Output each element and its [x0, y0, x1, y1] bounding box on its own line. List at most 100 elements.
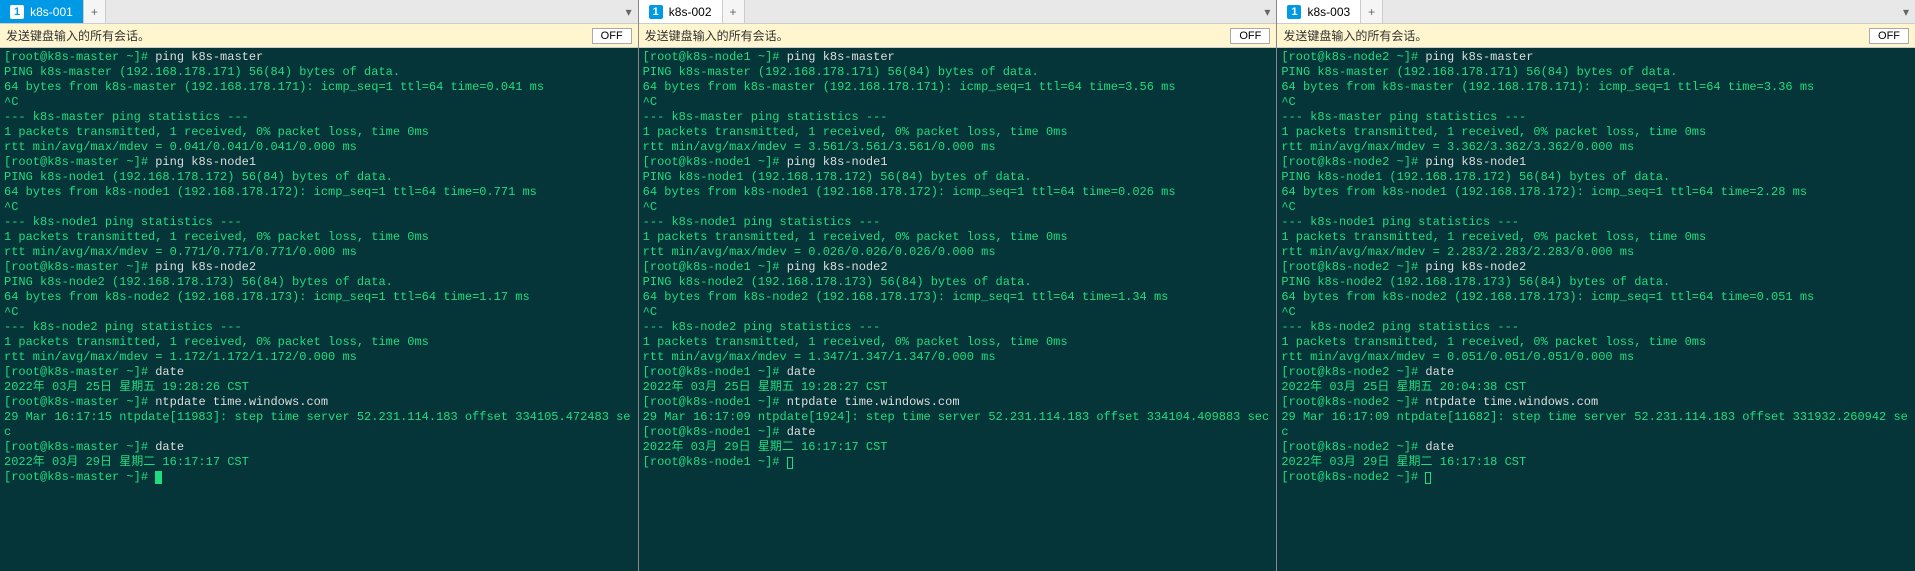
output-text: 1 packets transmitted, 1 received, 0% pa…: [1281, 335, 1706, 349]
tab-title: k8s-003: [1307, 5, 1350, 19]
output-line: ^C: [4, 95, 634, 110]
shell-prompt: [root@k8s-master ~]#: [4, 470, 155, 484]
prompt-line: [root@k8s-master ~]# date: [4, 365, 634, 380]
output-text: 29 Mar 16:17:15 ntpdate[11983]: step tim…: [4, 410, 631, 439]
output-text: --- k8s-master ping statistics ---: [643, 110, 888, 124]
add-tab-button[interactable]: +: [1361, 0, 1383, 23]
prompt-line: [root@k8s-node1 ~]# ntpdate time.windows…: [643, 395, 1273, 410]
output-text: 64 bytes from k8s-node2 (192.168.178.173…: [1281, 290, 1814, 304]
output-text: 64 bytes from k8s-master (192.168.178.17…: [643, 80, 1176, 94]
output-text: --- k8s-node2 ping statistics ---: [4, 320, 242, 334]
prompt-line: [root@k8s-master ~]# ping k8s-node1: [4, 155, 634, 170]
broadcast-info-text: 发送键盘输入的所有会话。: [6, 27, 150, 44]
output-text: PING k8s-node1 (192.168.178.172) 56(84) …: [1281, 170, 1670, 184]
prompt-line: [root@k8s-node1 ~]# ping k8s-node2: [643, 260, 1273, 275]
output-text: ^C: [643, 305, 657, 319]
tab-menu-icon[interactable]: ▾: [620, 0, 638, 23]
output-line: ^C: [1281, 305, 1911, 320]
terminal-output[interactable]: [root@k8s-node2 ~]# ping k8s-masterPING …: [1277, 48, 1915, 571]
prompt-line: [root@k8s-node1 ~]# date: [643, 365, 1273, 380]
output-line: ^C: [4, 200, 634, 215]
output-line: 64 bytes from k8s-node1 (192.168.178.172…: [1281, 185, 1911, 200]
session-tab[interactable]: 1k8s-002: [639, 0, 723, 23]
output-text: 29 Mar 16:17:09 ntpdate[1924]: step time…: [643, 410, 1270, 424]
output-text: 2022年 03月 25日 星期五 20:04:38 CST: [1281, 380, 1526, 394]
prompt-line: [root@k8s-node1 ~]# ping k8s-node1: [643, 155, 1273, 170]
output-line: rtt min/avg/max/mdev = 2.283/2.283/2.283…: [1281, 245, 1911, 260]
output-text: rtt min/avg/max/mdev = 0.026/0.026/0.026…: [643, 245, 996, 259]
output-text: ^C: [1281, 305, 1295, 319]
output-text: --- k8s-node1 ping statistics ---: [4, 215, 242, 229]
terminal-output[interactable]: [root@k8s-node1 ~]# ping k8s-master PING …: [639, 48, 1277, 571]
shell-prompt: [root@k8s-master ~]#: [4, 50, 155, 64]
command-text: ping k8s-node1: [787, 155, 888, 169]
output-line: 64 bytes from k8s-node2 (192.168.178.173…: [1281, 290, 1911, 305]
tab-bar: 1k8s-003+ ▾: [1277, 0, 1915, 24]
output-line: 64 bytes from k8s-master (192.168.178.17…: [1281, 80, 1911, 95]
output-line: 1 packets transmitted, 1 received, 0% pa…: [1281, 125, 1911, 140]
shell-prompt: [root@k8s-master ~]#: [4, 155, 155, 169]
command-text: ping k8s-master: [1425, 50, 1533, 64]
broadcast-info-text: 发送键盘输入的所有会话。: [645, 27, 789, 44]
output-text: ^C: [643, 200, 657, 214]
broadcast-off-button[interactable]: OFF: [1869, 28, 1909, 44]
output-text: 64 bytes from k8s-node2 (192.168.178.173…: [4, 290, 530, 304]
output-text: 1 packets transmitted, 1 received, 0% pa…: [1281, 125, 1706, 139]
output-text: --- k8s-node1 ping statistics ---: [1281, 215, 1519, 229]
prompt-line: [root@k8s-node2 ~]# ping k8s-node2: [1281, 260, 1911, 275]
output-line: PING k8s-node2 (192.168.178.173) 56(84) …: [643, 275, 1273, 290]
terminal-output[interactable]: [root@k8s-master ~]# ping k8s-masterPING…: [0, 48, 638, 571]
output-line: 1 packets transmitted, 1 received, 0% pa…: [643, 335, 1273, 350]
output-line: 1 packets transmitted, 1 received, 0% pa…: [1281, 230, 1911, 245]
terminal-pane: 1k8s-001+ ▾ 发送键盘输入的所有会话。 OFF [root@k8s-maste…: [0, 0, 639, 571]
command-text: date: [787, 365, 816, 379]
output-text: 1 packets transmitted, 1 received, 0% pa…: [4, 230, 429, 244]
output-line: rtt min/avg/max/mdev = 1.172/1.172/1.172…: [4, 350, 634, 365]
tab-title: k8s-001: [30, 5, 73, 19]
command-text: ping k8s-node1: [155, 155, 256, 169]
output-text: rtt min/avg/max/mdev = 1.172/1.172/1.172…: [4, 350, 357, 364]
command-text: ntpdate time.windows.com: [787, 395, 960, 409]
broadcast-off-button[interactable]: OFF: [1230, 28, 1270, 44]
output-text: 29 Mar 16:17:09 ntpdate[11682]: step tim…: [1281, 410, 1908, 439]
output-line: rtt min/avg/max/mdev = 1.347/1.347/1.347…: [643, 350, 1273, 365]
output-text: rtt min/avg/max/mdev = 3.362/3.362/3.362…: [1281, 140, 1634, 154]
command-text: ntpdate time.windows.com: [155, 395, 328, 409]
broadcast-off-button[interactable]: OFF: [592, 28, 632, 44]
output-line: 1 packets transmitted, 1 received, 0% pa…: [4, 335, 634, 350]
output-line: ^C: [643, 305, 1273, 320]
output-line: PING k8s-master (192.168.178.171) 56(84)…: [1281, 65, 1911, 80]
broadcast-info-bar: 发送键盘输入的所有会话。 OFF: [0, 24, 638, 48]
output-line: 64 bytes from k8s-master (192.168.178.17…: [643, 80, 1273, 95]
output-text: ^C: [4, 305, 18, 319]
output-text: 64 bytes from k8s-node1 (192.168.178.172…: [4, 185, 537, 199]
tab-menu-icon[interactable]: ▾: [1897, 0, 1915, 23]
session-tab[interactable]: 1k8s-001: [0, 0, 84, 23]
prompt-line: [root@k8s-master ~]# ntpdate time.window…: [4, 395, 634, 410]
prompt-line: [root@k8s-node2 ~]# ntpdate time.windows…: [1281, 395, 1911, 410]
prompt-line: [root@k8s-node2 ~]# ping k8s-master: [1281, 50, 1911, 65]
tab-bar: 1k8s-001+ ▾: [0, 0, 638, 24]
shell-prompt: [root@k8s-node2 ~]#: [1281, 365, 1425, 379]
add-tab-button[interactable]: +: [84, 0, 106, 23]
tab-menu-icon[interactable]: ▾: [1258, 0, 1276, 23]
output-line: rtt min/avg/max/mdev = 3.561/3.561/3.561…: [643, 140, 1273, 155]
session-tab[interactable]: 1k8s-003: [1277, 0, 1361, 23]
output-line: rtt min/avg/max/mdev = 0.051/0.051/0.051…: [1281, 350, 1911, 365]
command-text: ping k8s-master: [787, 50, 895, 64]
shell-prompt: [root@k8s-node1 ~]#: [643, 395, 787, 409]
add-tab-button[interactable]: +: [723, 0, 745, 23]
prompt-line: [root@k8s-master ~]#: [4, 470, 634, 485]
output-line: 1 packets transmitted, 1 received, 0% pa…: [4, 230, 634, 245]
output-line: --- k8s-node2 ping statistics ---: [1281, 320, 1911, 335]
broadcast-info-text: 发送键盘输入的所有会话。: [1283, 27, 1427, 44]
output-line: --- k8s-node1 ping statistics ---: [4, 215, 634, 230]
output-line: --- k8s-node2 ping statistics ---: [643, 320, 1273, 335]
output-line: ^C: [643, 200, 1273, 215]
shell-prompt: [root@k8s-master ~]#: [4, 440, 155, 454]
output-line: 1 packets transmitted, 1 received, 0% pa…: [1281, 335, 1911, 350]
output-text: PING k8s-node2 (192.168.178.173) 56(84) …: [1281, 275, 1670, 289]
output-text: --- k8s-master ping statistics ---: [1281, 110, 1526, 124]
shell-prompt: [root@k8s-master ~]#: [4, 395, 155, 409]
output-line: PING k8s-node1 (192.168.178.172) 56(84) …: [643, 170, 1273, 185]
